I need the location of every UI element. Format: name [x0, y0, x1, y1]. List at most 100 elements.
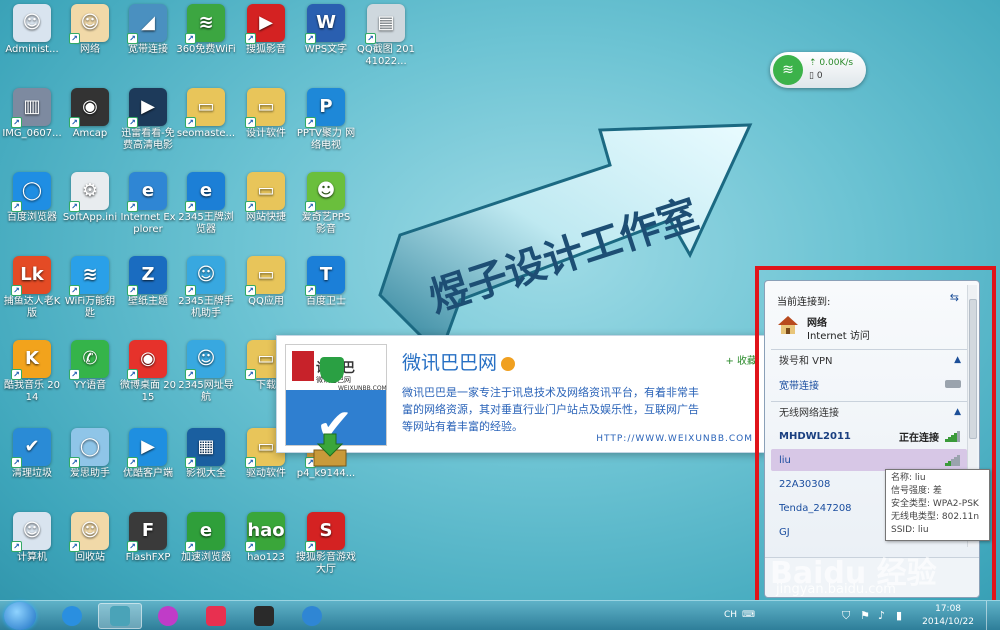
desktop-icon-item[interactable]: ≋ ↗ WiFi万能钥匙 — [60, 256, 120, 334]
volume-icon[interactable]: ♪ — [878, 609, 885, 622]
network-speed-widget[interactable]: ≋ ⇡ 0.00K/s ▯ 0 — [770, 52, 866, 88]
favorite-button[interactable]: + 收藏 — [725, 352, 757, 367]
clock[interactable]: 17:08 2014/10/22 — [922, 603, 974, 629]
desktop-icon-item[interactable]: ▭ ↗ QQ应用 — [236, 256, 296, 334]
desktop-icon-item[interactable]: Lk ↗ 捕鱼达人老K版 — [2, 256, 62, 334]
desktop-icon-item[interactable]: ☻ ↗ 爱奇艺PPS 影音 — [296, 172, 356, 250]
desktop-icon-item[interactable]: ☺ Administ... — [2, 4, 62, 82]
modem-icon — [945, 380, 961, 388]
desktop-icon-item[interactable]: ☺ ↗ 回收站 — [60, 512, 120, 590]
scrollbar-thumb[interactable] — [969, 299, 977, 439]
show-desktop-button[interactable] — [986, 601, 1000, 630]
app-icon-glyph: ▭ — [257, 348, 275, 369]
desktop-icon-label: WiFi万能钥匙 — [64, 296, 116, 319]
desktop-taskbar-button[interactable] — [98, 603, 142, 629]
desktop-icon-item[interactable]: ◯ ↗ 爱思助手 — [60, 428, 120, 506]
shortcut-arrow-icon: ↗ — [305, 285, 316, 296]
desktop-icon-item[interactable]: ☺ ↗ 2345王牌手机助手 — [176, 256, 236, 334]
desktop-icon-item[interactable]: e ↗ 2345王牌浏览器 — [176, 172, 236, 250]
download-speed: 0 — [816, 71, 823, 81]
desktop-icon-item[interactable]: ◯ ↗ 百度浏览器 — [2, 172, 62, 250]
app-icon: ☺ ↗ — [185, 256, 225, 296]
desktop-icon-item[interactable]: ☺ ↗ 网络 — [60, 4, 120, 82]
desktop-icon-item[interactable]: P ↗ PPTV聚力 网络电视 — [296, 88, 356, 166]
desktop-icon-item[interactable]: ≋ ↗ 360免费WiFi — [176, 4, 236, 82]
app-icon: Z ↗ — [127, 256, 167, 296]
desktop-icon-item[interactable]: T ↗ 百度卫士 — [296, 256, 356, 334]
network-tooltip: 名称: liu 信号强度: 差 安全类型: WPA2-PSK 无线电类型: 80… — [885, 469, 990, 541]
weixun-card[interactable]: 讯巴巴 微讯巴巴网 WEIXUNBB.COM ✔ 微讯巴巴网 + 收藏 微讯巴巴… — [276, 335, 766, 453]
wireless-network-item[interactable]: liu — [771, 449, 967, 471]
desktop-icon-item[interactable]: e ↗ 加速浏览器 — [176, 512, 236, 590]
desktop-icon-item[interactable]: ▶ ↗ 优酷客户端 — [118, 428, 178, 506]
flag-tray-icon[interactable]: ⚑ — [860, 609, 870, 622]
clock-date: 2014/10/22 — [922, 617, 974, 627]
shield-tray-icon[interactable]: ⛉ — [842, 609, 850, 623]
desktop-icon-item[interactable]: K ↗ 酷我音乐 2014 — [2, 340, 62, 418]
desktop-icon-item[interactable]: ▶ ↗ 迅雷看看-免费高清电影 — [118, 88, 178, 166]
app-icon: ▥ ↗ — [11, 88, 51, 128]
desktop-icon-item[interactable]: ▶ ↗ 搜狐影音 — [236, 4, 296, 82]
clapperboard-icon — [254, 606, 274, 626]
desktop-icon-label: 捕鱼达人老K版 — [3, 296, 61, 319]
music-taskbar-button[interactable] — [194, 603, 238, 629]
chevron-up-icon: ▲ — [954, 354, 961, 365]
keyboard-icon[interactable]: ⌨ — [742, 610, 755, 620]
desktop-icon-item[interactable]: W ↗ WPS文字 — [296, 4, 356, 82]
network-name: MHDWL2011 — [779, 430, 851, 442]
desktop-icon-item[interactable]: ◢ ↗ 宽带连接 — [118, 4, 178, 82]
desktop-icon-item[interactable]: ▥ ↗ IMG_0607... — [2, 88, 62, 166]
desktop-icon-item[interactable]: Z ↗ 壁纸主题 — [118, 256, 178, 334]
desktop-icon-item[interactable]: F ↗ FlashFXP — [118, 512, 178, 590]
safari-taskbar-button[interactable] — [50, 603, 94, 629]
desktop-icon-item[interactable]: e ↗ Internet Explorer — [118, 172, 178, 250]
video-taskbar-button[interactable] — [242, 603, 286, 629]
desktop-icon-label: 2345王牌手机助手 — [178, 296, 234, 319]
network-tray-icon[interactable]: ▮ — [896, 609, 902, 622]
desktop-icon-item[interactable]: ☺ ↗ 2345网址导航 — [176, 340, 236, 418]
current-network-status: Internet 访问 — [807, 331, 870, 342]
shortcut-arrow-icon: ↗ — [69, 457, 80, 468]
desktop-icon-label: QQ截图 20141022... — [356, 44, 415, 67]
refresh-icon[interactable]: ⇆ — [950, 291, 959, 304]
wireless-network-item[interactable]: MHDWL2011 正在连接 — [771, 425, 967, 447]
app-icon: ◯ ↗ — [69, 428, 109, 468]
desktop-icon-item[interactable]: ▭ ↗ 网站快捷 — [236, 172, 296, 250]
app-icon: ▭ ↗ — [245, 88, 285, 128]
app-icon: ☻ ↗ — [305, 172, 345, 212]
clock-time: 17:08 — [935, 604, 962, 614]
baidu-watermark-site: jingyan.baidu.com — [776, 582, 896, 597]
card-url[interactable]: HTTP://WWW.WEIXUNBB.COM — [596, 434, 753, 444]
desktop-icon-item[interactable]: ◉ ↗ 微博桌面 2015 — [118, 340, 178, 418]
desktop-icon-item[interactable]: ▭ ↗ seomaste... — [176, 88, 236, 166]
desktop-icon-item[interactable]: ▦ ↗ 影视大全 — [176, 428, 236, 506]
start-button[interactable] — [4, 602, 36, 630]
language-indicator[interactable]: CH — [724, 610, 737, 620]
shortcut-arrow-icon: ↗ — [305, 117, 316, 128]
app-icon-glyph: F — [141, 520, 155, 541]
desktop-icon-item[interactable]: ▭ ↗ 设计软件 — [236, 88, 296, 166]
desktop-icon-item[interactable]: S ↗ 搜狐影音游戏大厅 — [296, 512, 356, 590]
desktop-icon-item[interactable]: ⚙ ↗ SoftApp.ini — [60, 172, 120, 250]
desktop-icon-item[interactable]: ◉ ↗ Amcap — [60, 88, 120, 166]
shortcut-arrow-icon: ↗ — [11, 201, 22, 212]
desktop-icon-label: 百度卫士 — [306, 296, 346, 307]
wireless-section[interactable]: 无线网络连接 ▲ — [771, 401, 967, 421]
dialup-section[interactable]: 拨号和 VPN ▲ — [771, 349, 967, 369]
desktop-icon-item[interactable]: ☺ ↗ 计算机 — [2, 512, 62, 590]
desktop-icon-item[interactable]: ▤ ↗ QQ截图 20141022... — [356, 4, 416, 82]
desktop-icon-item[interactable]: ✆ ↗ YY语音 — [60, 340, 120, 418]
app-icon: ▤ ↗ — [365, 4, 405, 44]
itunes-icon — [158, 606, 178, 626]
desktop-icon — [110, 606, 130, 626]
ie-taskbar-button[interactable] — [290, 603, 334, 629]
desktop-icon-item[interactable]: ✔ ↗ 清理垃圾 — [2, 428, 62, 506]
shortcut-arrow-icon: ↗ — [245, 541, 256, 552]
upload-arrow-icon: ⇡ — [809, 58, 820, 68]
broadband-item[interactable]: 宽带连接 — [771, 373, 967, 395]
app-icon: ✔ ↗ — [11, 428, 51, 468]
app-icon: ▶ ↗ — [127, 428, 167, 468]
app-icon-glyph: hao — [247, 520, 285, 541]
itunes-taskbar-button[interactable] — [146, 603, 190, 629]
desktop-icon-item[interactable]: hao ↗ hao123 — [236, 512, 296, 590]
